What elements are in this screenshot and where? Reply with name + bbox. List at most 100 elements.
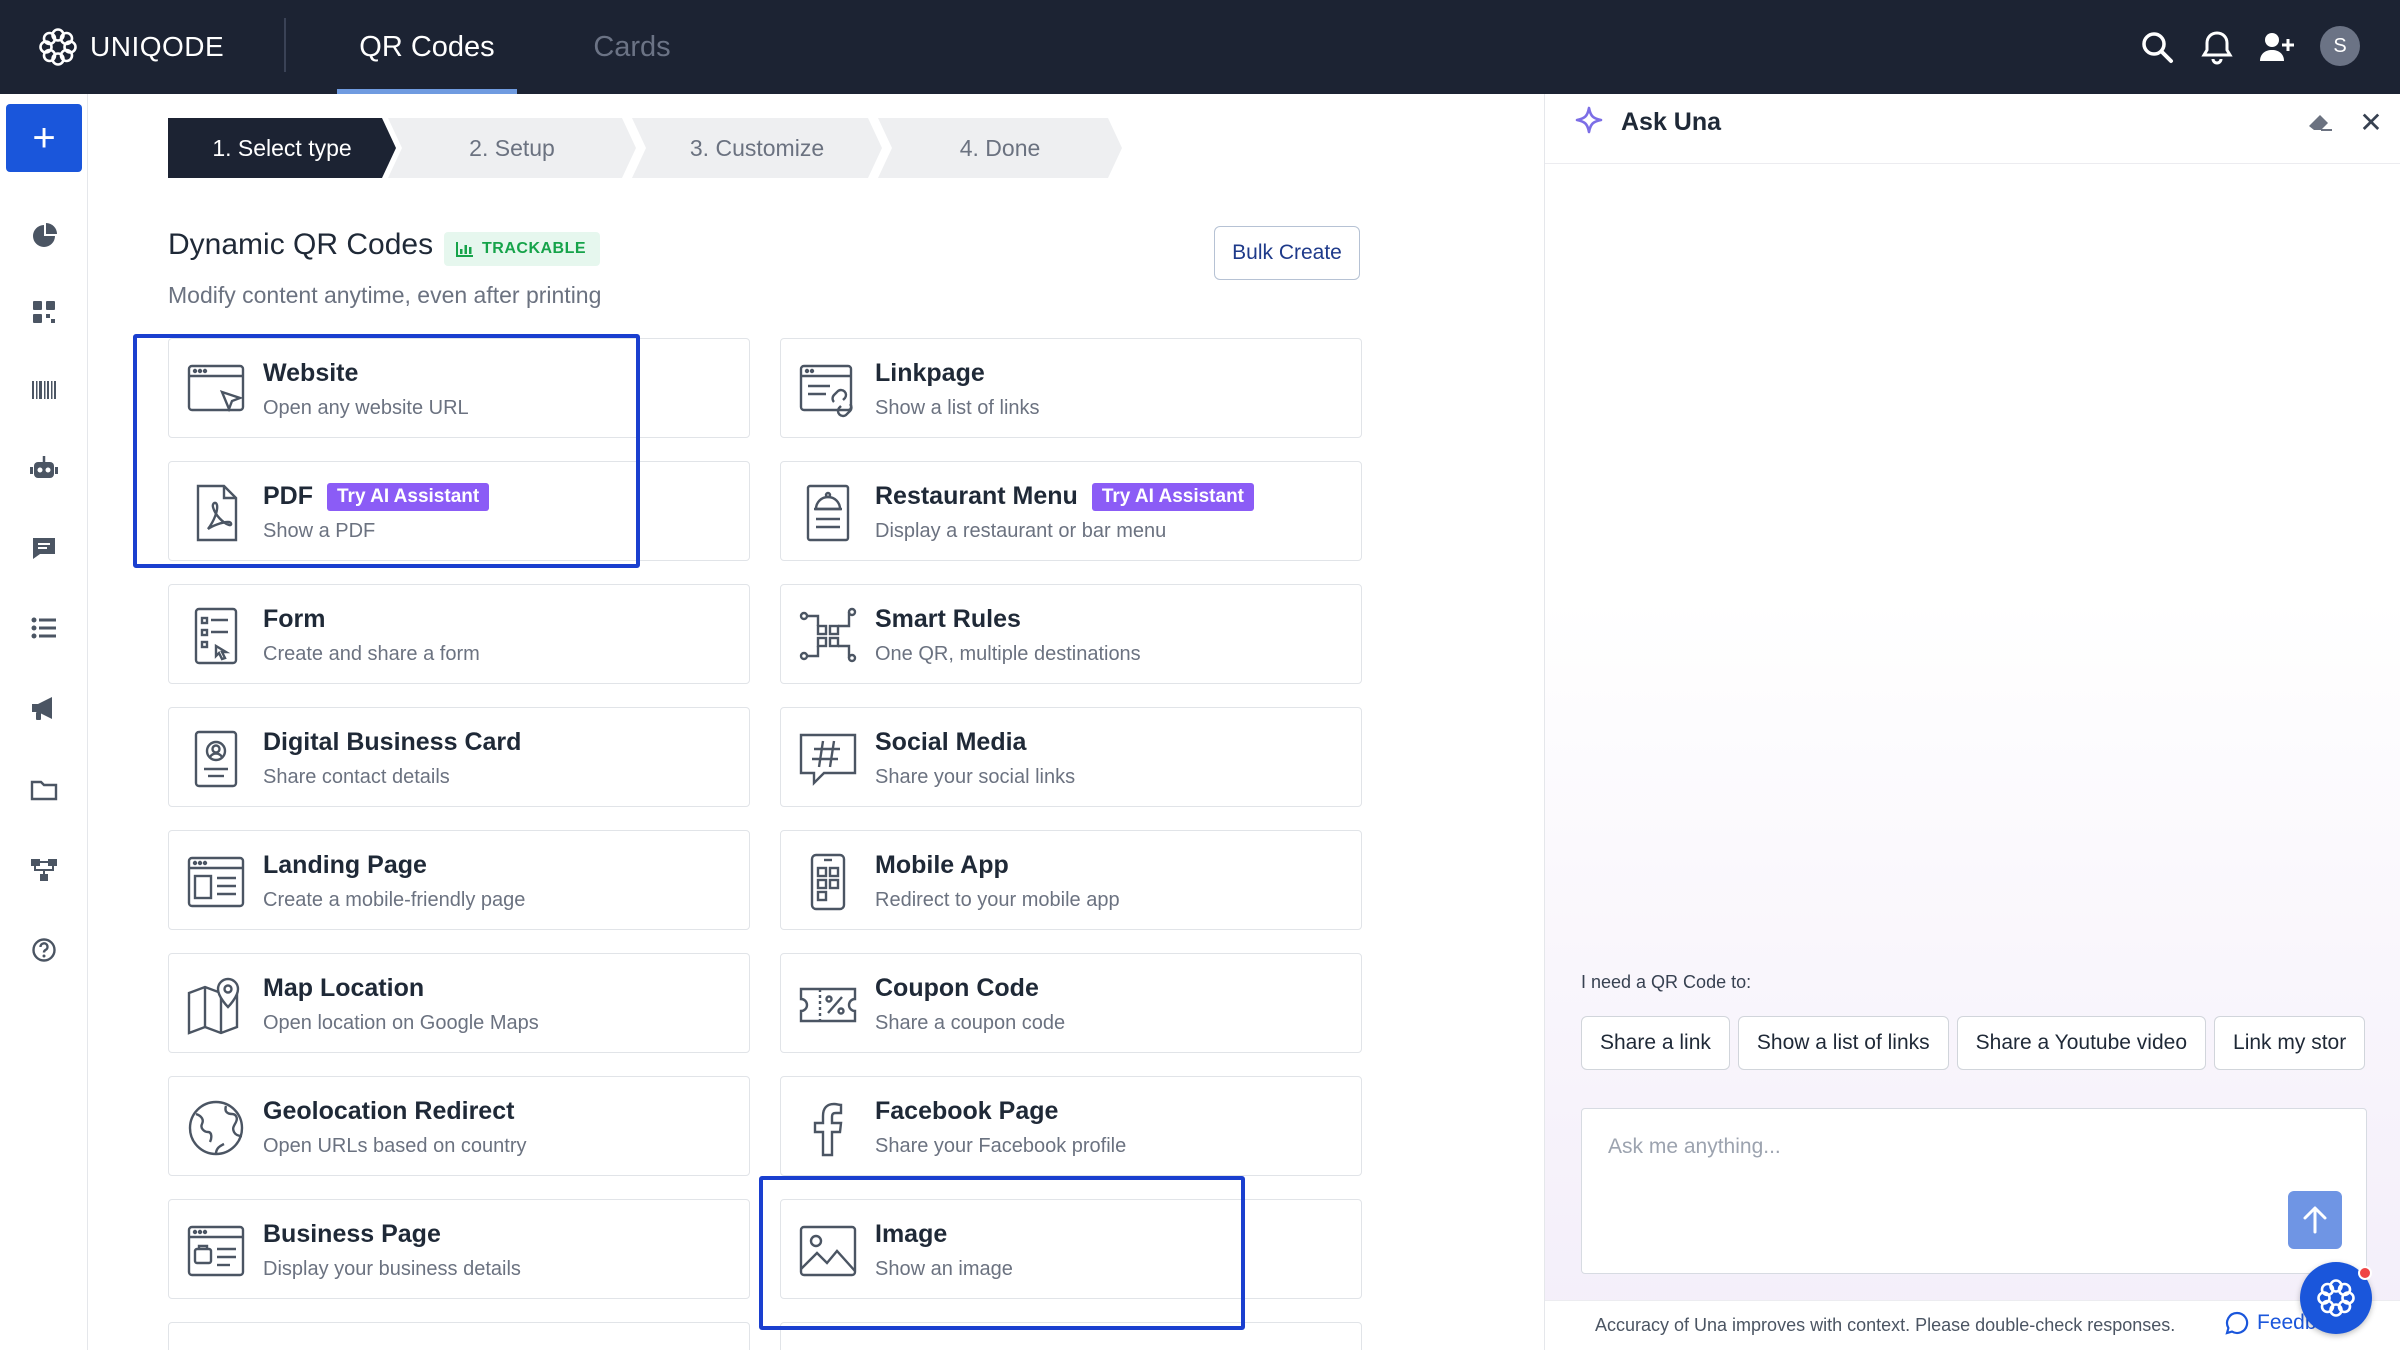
card-description: Share your Facebook profile [875, 1135, 1127, 1157]
step-select-type: 1. Select type [168, 118, 396, 178]
business-page-icon [185, 1220, 247, 1282]
qr-type-image[interactable]: Image Show an image [780, 1199, 1362, 1299]
tab-qr-codes[interactable]: QR Codes [337, 0, 517, 94]
left-sidebar: + [0, 94, 88, 1350]
page-title: Dynamic QR Codes [168, 228, 434, 261]
qr-type-linkpage[interactable]: Linkpage Show a list of links [780, 338, 1362, 438]
qr-type-social-media[interactable]: Social Media Share your social links [780, 707, 1362, 807]
help-icon[interactable] [24, 930, 64, 970]
website-icon [185, 359, 247, 421]
card-title: Geolocation Redirect [263, 1097, 515, 1125]
search-icon[interactable] [2136, 26, 2178, 68]
robot-icon[interactable] [24, 448, 64, 488]
qr-type-smart-rules[interactable]: Smart Rules One QR, multiple destination… [780, 584, 1362, 684]
panel-header: Ask Una ✕ [1545, 94, 2400, 164]
qr-type-geolocation-redirect[interactable]: Geolocation Redirect Open URLs based on … [168, 1076, 750, 1176]
chat-icon[interactable] [24, 528, 64, 568]
card-title: Landing Page [263, 851, 427, 879]
folder-icon[interactable] [24, 770, 64, 810]
trackable-label: TRACKABLE [482, 240, 587, 257]
chip-link-my-store[interactable]: Link my stor [2214, 1016, 2366, 1070]
close-icon[interactable]: ✕ [2355, 106, 2387, 138]
qr-type-facebook-page[interactable]: Facebook Page Share your Facebook profil… [780, 1076, 1362, 1176]
bulk-create-button[interactable]: Bulk Create [1214, 226, 1360, 280]
qr-type-business-page[interactable]: Business Page Display your business deta… [168, 1199, 750, 1299]
card-title: Social Media [875, 728, 1027, 756]
card-title: Facebook Page [875, 1097, 1059, 1125]
image-icon [797, 1220, 859, 1282]
qr-type-mobile-app[interactable]: Mobile App Redirect to your mobile app [780, 830, 1362, 930]
qr-type-coupon-code[interactable]: Coupon Code Share a coupon code [780, 953, 1362, 1053]
qr-type-website[interactable]: Website Open any website URL [168, 338, 750, 438]
send-button[interactable] [2288, 1191, 2342, 1249]
ask-input-box [1581, 1108, 2367, 1274]
bell-icon[interactable] [2196, 26, 2238, 68]
card-title: PDF [263, 482, 313, 510]
panel-title: Ask Una [1621, 108, 1722, 136]
card-description: Show an image [875, 1258, 1013, 1280]
avatar[interactable]: S [2320, 26, 2360, 66]
pdf-icon [185, 482, 247, 544]
tab-cards[interactable]: Cards [560, 0, 704, 94]
card-description: Display a restaurant or bar menu [875, 520, 1167, 542]
mobile-app-icon [797, 851, 859, 913]
step-customize: 3. Customize [632, 118, 882, 178]
add-user-icon[interactable] [2256, 26, 2298, 68]
topbar-divider [284, 18, 286, 72]
card-description: Create and share a form [263, 643, 480, 665]
card-description: Open URLs based on country [263, 1135, 527, 1157]
feedback-chat-icon [2225, 1311, 2249, 1335]
qr-type-pdf[interactable]: PDF Try AI Assistant Show a PDF [168, 461, 750, 561]
panel-footer: Accuracy of Una improves with context. P… [1545, 1300, 2400, 1350]
card-title: Map Location [263, 974, 425, 1002]
card-description: Open location on Google Maps [263, 1012, 539, 1034]
brand-logo[interactable]: UNIQODE [38, 24, 224, 70]
card-title: Business Page [263, 1220, 441, 1248]
barcode-icon[interactable] [24, 370, 64, 410]
globe-icon [185, 1097, 247, 1159]
pie-chart-icon[interactable] [24, 216, 64, 256]
card-description: One QR, multiple destinations [875, 643, 1141, 665]
prompt-label: I need a QR Code to: [1581, 972, 1752, 992]
card-description: Share a coupon code [875, 1012, 1066, 1034]
card-description: Show a PDF [263, 520, 376, 542]
qr-type-landing-page[interactable]: Landing Page Create a mobile-friendly pa… [168, 830, 750, 930]
accuracy-disclaimer: Accuracy of Una improves with context. P… [1595, 1315, 2176, 1335]
megaphone-icon[interactable] [24, 688, 64, 728]
card-title: Coupon Code [875, 974, 1039, 1002]
hashtag-icon [797, 728, 859, 790]
ask-input[interactable] [1608, 1135, 2228, 1159]
step-done: 4. Done [878, 118, 1122, 178]
arrow-up-icon [2303, 1206, 2327, 1234]
qr-type-partial[interactable] [168, 1322, 750, 1350]
create-new-button[interactable]: + [6, 104, 82, 172]
qr-type-restaurant-menu[interactable]: Restaurant Menu Try AI Assistant Display… [780, 461, 1362, 561]
card-title: Image [875, 1220, 948, 1248]
linkpage-icon [797, 359, 859, 421]
chip-show-list-of-links[interactable]: Show a list of links [1737, 1016, 1949, 1070]
chip-share-youtube-video[interactable]: Share a Youtube video [1956, 1016, 2207, 1070]
qr-type-partial[interactable] [780, 1322, 1362, 1350]
step-setup: 2. Setup [388, 118, 636, 178]
bar-chart-icon [456, 242, 473, 257]
qr-type-map-location[interactable]: Map Location Open location on Google Map… [168, 953, 750, 1053]
chip-share-link[interactable]: Share a link [1581, 1016, 1730, 1070]
trackable-badge: TRACKABLE [444, 232, 601, 266]
list-icon[interactable] [24, 608, 64, 648]
qr-type-form[interactable]: Form Create and share a form [168, 584, 750, 684]
card-title: Restaurant Menu [875, 482, 1078, 510]
page-subtitle: Modify content anytime, even after print… [168, 282, 602, 308]
form-icon [185, 605, 247, 667]
card-description: Redirect to your mobile app [875, 889, 1120, 911]
map-location-icon [185, 974, 247, 1036]
workflow-icon[interactable] [24, 850, 64, 890]
eraser-icon[interactable] [2305, 106, 2337, 138]
qr-type-digital-business-card[interactable]: Digital Business Card Share contact deta… [168, 707, 750, 807]
top-navigation-bar: UNIQODE QR Codes Cards S [0, 0, 2400, 94]
qr-grid-icon[interactable] [24, 292, 64, 332]
restaurant-menu-icon [797, 482, 859, 544]
try-ai-assistant-badge[interactable]: Try AI Assistant [1091, 482, 1255, 511]
card-title: Form [263, 605, 326, 633]
card-title: Mobile App [875, 851, 1009, 879]
try-ai-assistant-badge[interactable]: Try AI Assistant [327, 482, 490, 511]
